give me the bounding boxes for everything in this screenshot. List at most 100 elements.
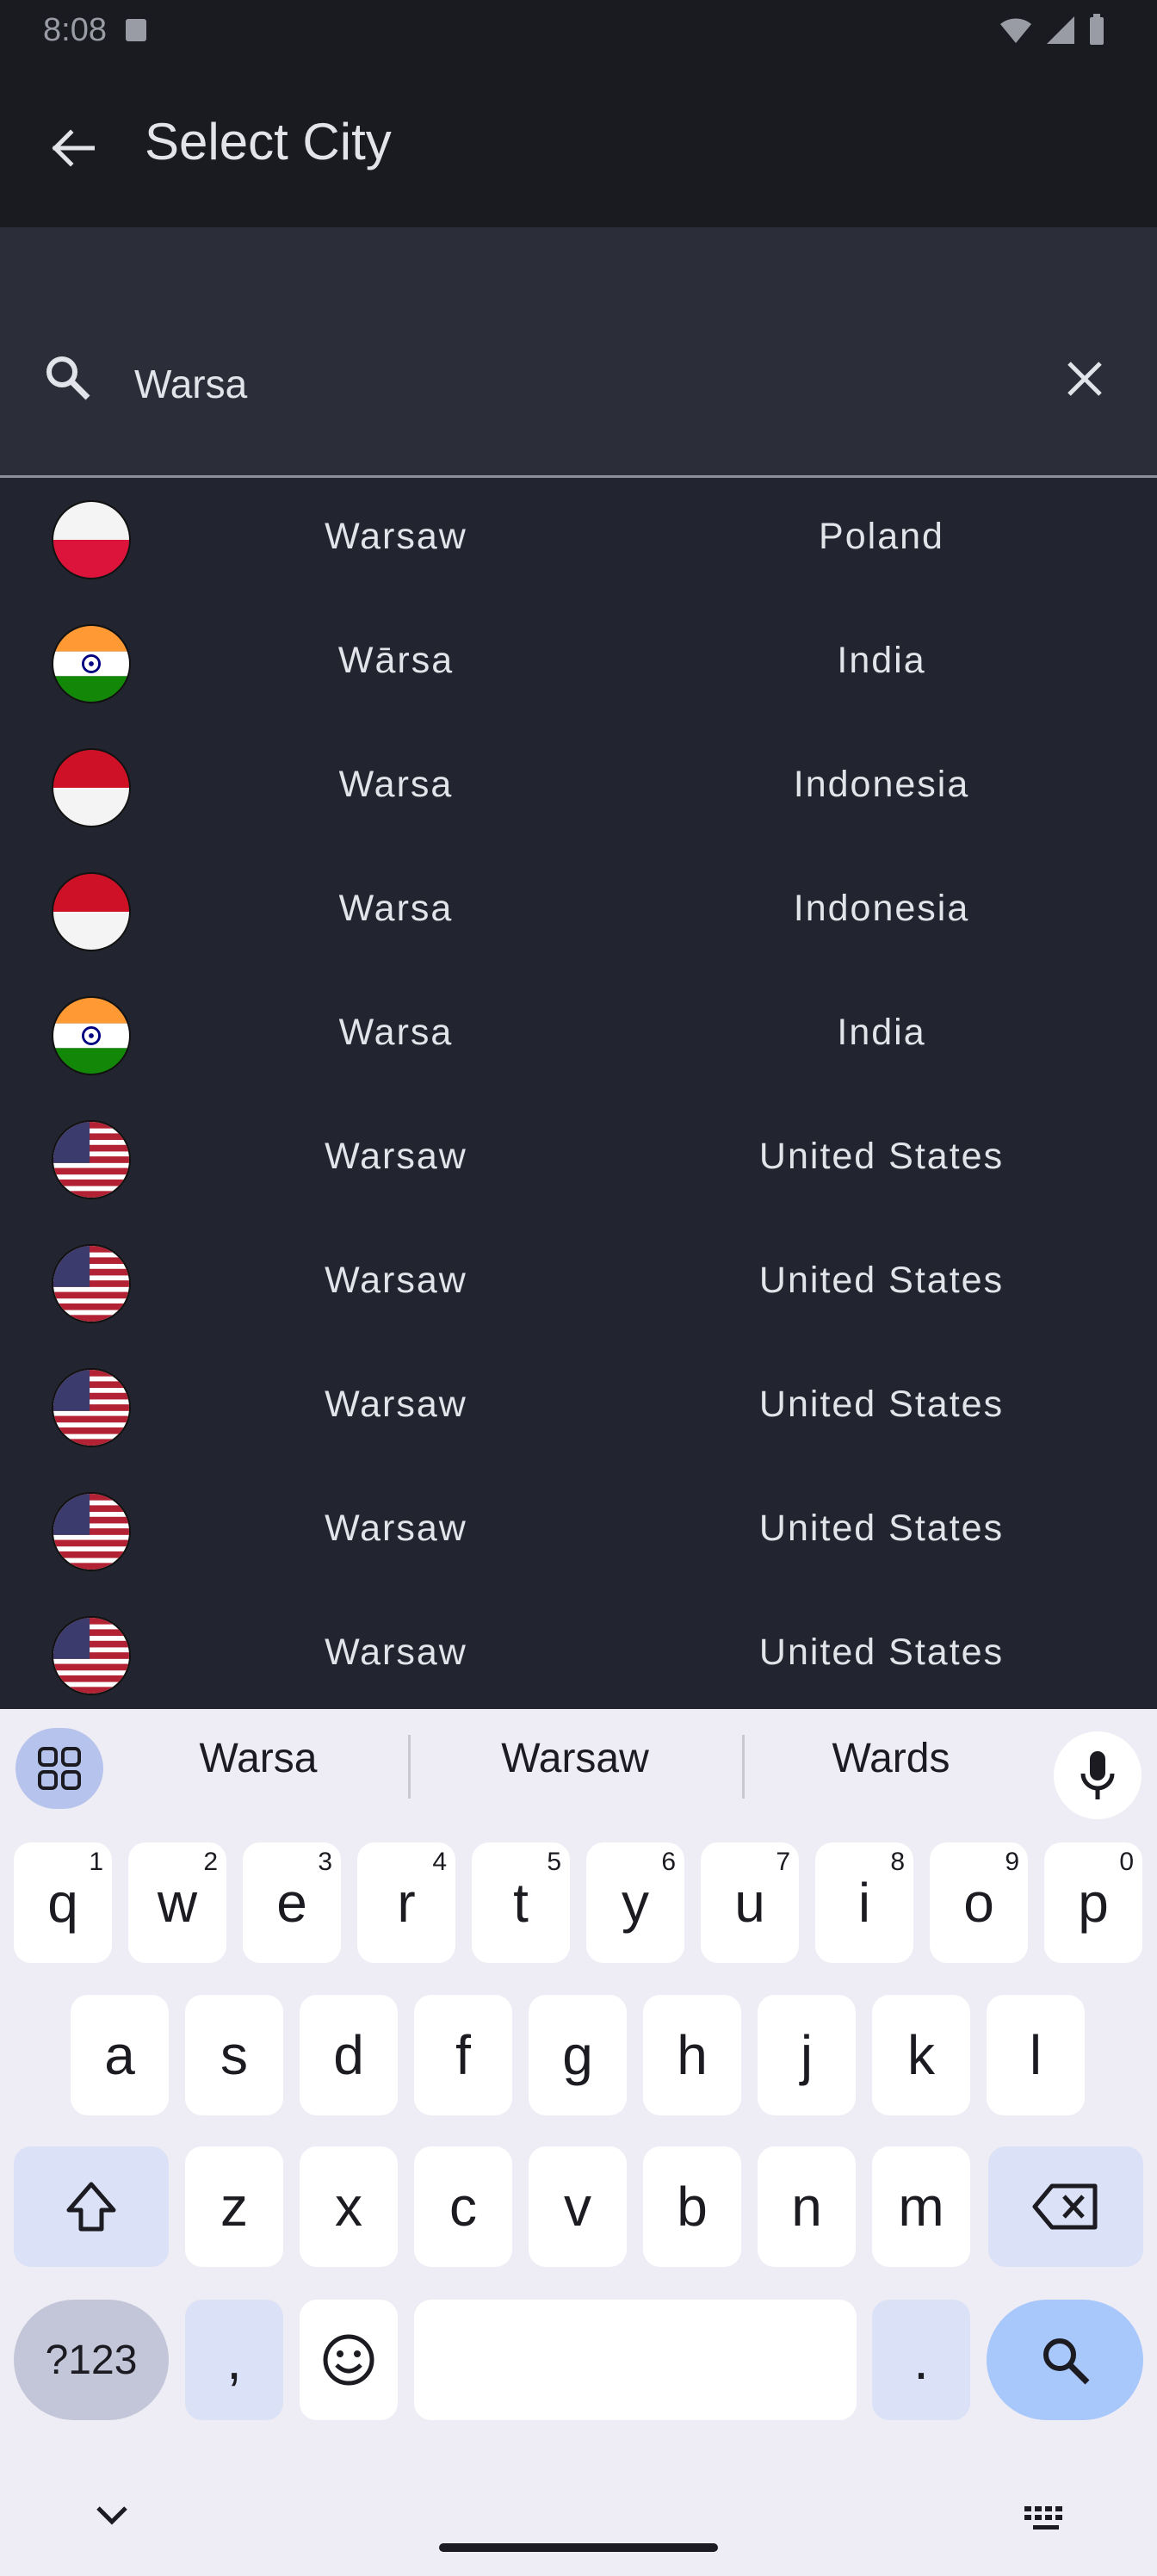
- city-name: Wārsa: [337, 640, 455, 681]
- country-name: United States: [758, 1260, 1005, 1301]
- country-name: Indonesia: [793, 764, 970, 805]
- keyboard-suggestion-bar: Warsa Warsaw Wards: [0, 1709, 1157, 1821]
- city-name: Warsa: [338, 1012, 454, 1053]
- city-row[interactable]: Warsa Indonesia: [0, 850, 1157, 974]
- key-h[interactable]: h: [643, 1995, 741, 2115]
- key-c[interactable]: c: [414, 2146, 512, 2267]
- key-f[interactable]: f: [414, 1995, 512, 2115]
- key-s[interactable]: s: [185, 1995, 283, 2115]
- symbols-key[interactable]: ?123: [14, 2300, 169, 2420]
- suggestion-1[interactable]: Warsa: [129, 1735, 387, 1804]
- key-label: i: [857, 1872, 871, 1934]
- key-a[interactable]: a: [71, 1995, 169, 2115]
- usa-flag-icon: [52, 1120, 131, 1199]
- suggestion-2[interactable]: Warsaw: [446, 1735, 704, 1804]
- indonesia-flag-icon: [52, 748, 131, 827]
- shift-key[interactable]: [14, 2146, 169, 2267]
- key-j[interactable]: j: [758, 1995, 856, 2115]
- city-row[interactable]: Warsaw United States: [0, 1346, 1157, 1470]
- keyboard-apps-button[interactable]: [15, 1728, 103, 1809]
- city-name: Warsaw: [325, 1136, 467, 1177]
- key-hint: 5: [547, 1848, 561, 1876]
- usa-flag-icon: [52, 1492, 131, 1571]
- key-u[interactable]: u7: [701, 1842, 799, 1963]
- city-row[interactable]: Warsaw United States: [0, 1470, 1157, 1594]
- key-hint: 7: [776, 1848, 790, 1876]
- india-flag-icon: [52, 996, 131, 1075]
- city-row[interactable]: Warsaw United States: [0, 1098, 1157, 1222]
- key-label: q: [47, 1872, 78, 1934]
- city-name: Warsaw: [325, 1384, 467, 1425]
- country-name: Poland: [819, 516, 944, 557]
- comma-key[interactable]: ,: [185, 2300, 283, 2420]
- key-z[interactable]: z: [185, 2146, 283, 2267]
- search-action-key[interactable]: [987, 2300, 1143, 2420]
- city-row[interactable]: Wārsa India: [0, 602, 1157, 726]
- search-area: [0, 227, 1157, 477]
- city-row[interactable]: Warsaw United States: [0, 1222, 1157, 1346]
- key-hint: 1: [89, 1848, 103, 1876]
- arrow-back-icon: [52, 129, 95, 167]
- voice-input-button[interactable]: [1054, 1731, 1142, 1819]
- usa-flag-icon: [52, 1368, 131, 1447]
- country-name: India: [837, 640, 926, 681]
- key-q[interactable]: q1: [14, 1842, 112, 1963]
- key-e[interactable]: e3: [243, 1842, 341, 1963]
- city-name: Warsaw: [325, 1632, 467, 1673]
- space-key[interactable]: [414, 2300, 857, 2420]
- key-x[interactable]: x: [300, 2146, 398, 2267]
- city-row[interactable]: Warsaw United States: [0, 1594, 1157, 1709]
- key-n[interactable]: n: [758, 2146, 856, 2267]
- key-label: e: [276, 1872, 307, 1934]
- key-y[interactable]: y6: [586, 1842, 684, 1963]
- suggestion-divider: [742, 1735, 745, 1799]
- city-name: Warsaw: [325, 1260, 467, 1301]
- key-hint: 4: [432, 1848, 447, 1876]
- city-name: Warsaw: [325, 1508, 467, 1549]
- poland-flag-icon: [52, 500, 131, 579]
- suggestion-3[interactable]: Wards: [762, 1735, 1020, 1804]
- notification-icon: [126, 19, 146, 41]
- keyboard-switch-icon[interactable]: [1023, 2503, 1071, 2534]
- emoji-key[interactable]: [300, 2300, 398, 2420]
- search-input[interactable]: [134, 350, 995, 418]
- key-v[interactable]: v: [529, 2146, 627, 2267]
- clear-search-button[interactable]: [1054, 348, 1116, 410]
- key-l[interactable]: l: [987, 1995, 1085, 2115]
- backspace-key[interactable]: [988, 2146, 1143, 2267]
- key-r[interactable]: r4: [357, 1842, 455, 1963]
- period-key[interactable]: .: [872, 2300, 970, 2420]
- key-b[interactable]: b: [643, 2146, 741, 2267]
- home-gesture-handle[interactable]: [439, 2543, 718, 2552]
- city-row[interactable]: Warsaw Poland: [0, 478, 1157, 602]
- usa-flag-icon: [52, 1244, 131, 1323]
- key-label: r: [397, 1872, 416, 1934]
- country-name: Indonesia: [793, 888, 970, 929]
- status-icons: [999, 14, 1105, 46]
- key-t[interactable]: t5: [472, 1842, 570, 1963]
- key-hint: 3: [318, 1848, 332, 1876]
- key-o[interactable]: o9: [930, 1842, 1028, 1963]
- key-w[interactable]: w2: [128, 1842, 226, 1963]
- page-title: Select City: [145, 113, 392, 170]
- city-name: Warsa: [338, 764, 454, 805]
- on-screen-keyboard: Warsa Warsaw Wards q1 w2 e3 r4 t5 y6 u7 …: [0, 1709, 1157, 2576]
- key-label: y: [622, 1872, 649, 1934]
- key-k[interactable]: k: [872, 1995, 970, 2115]
- back-button[interactable]: [38, 114, 107, 183]
- mic-icon: [1080, 1751, 1115, 1799]
- city-row[interactable]: Warsa India: [0, 974, 1157, 1098]
- wifi-icon: [1000, 18, 1031, 43]
- status-time: 8:08: [43, 12, 107, 48]
- hide-keyboard-icon[interactable]: [86, 2499, 138, 2534]
- key-label: w: [157, 1872, 198, 1934]
- key-m[interactable]: m: [872, 2146, 970, 2267]
- city-name: Warsa: [338, 888, 454, 929]
- key-d[interactable]: d: [300, 1995, 398, 2115]
- city-row[interactable]: Warsa Indonesia: [0, 726, 1157, 850]
- key-i[interactable]: i8: [815, 1842, 913, 1963]
- key-p[interactable]: p0: [1044, 1842, 1142, 1963]
- country-name: United States: [758, 1136, 1005, 1177]
- key-hint: 2: [203, 1848, 218, 1876]
- key-g[interactable]: g: [529, 1995, 627, 2115]
